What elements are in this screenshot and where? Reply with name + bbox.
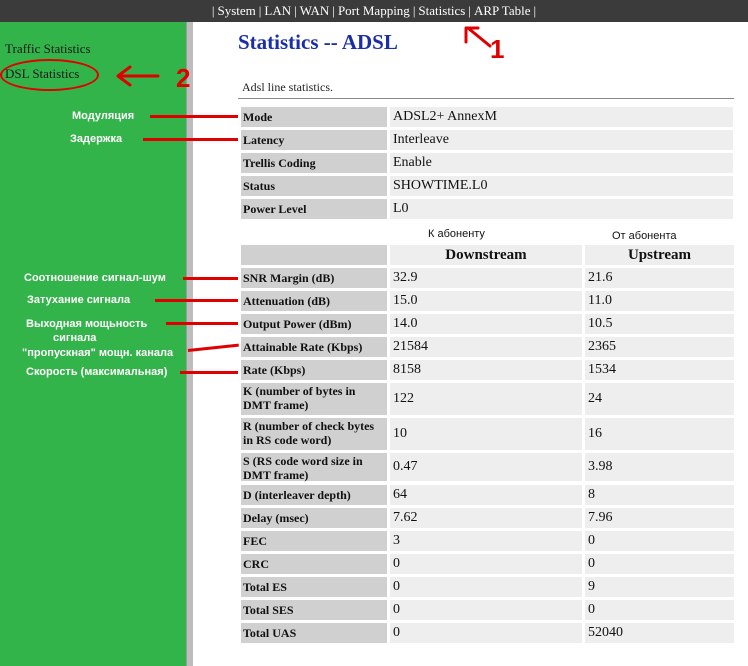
upstream-value: 52040 bbox=[585, 623, 734, 643]
annotation-label-snr: Соотношение сигнал-шум bbox=[24, 272, 166, 284]
row-label: Total SES bbox=[241, 600, 387, 620]
nav-separator: | bbox=[332, 3, 335, 18]
row-label: R (number of check bytes in RS code word… bbox=[241, 418, 387, 450]
row-label: FEC bbox=[241, 531, 387, 551]
upstream-caption-ru: От абонента bbox=[612, 230, 677, 242]
page-title: Statistics -- ADSL bbox=[238, 30, 398, 54]
downstream-value: 32.9 bbox=[390, 268, 582, 288]
annotation-label-latency: Задержка bbox=[70, 133, 123, 145]
downstream-value: 8158 bbox=[390, 360, 582, 380]
downstream-header: Downstream bbox=[390, 245, 582, 265]
nav-arp-table[interactable]: ARP Table bbox=[474, 3, 531, 18]
downstream-value: 0.47 bbox=[390, 453, 582, 481]
annotation-line bbox=[150, 115, 238, 118]
annotation-label-mode: Модуляция bbox=[72, 110, 135, 122]
downstream-value: 14.0 bbox=[390, 314, 582, 334]
row-label: Attenuation (dB) bbox=[241, 291, 387, 311]
upstream-value: 24 bbox=[585, 383, 734, 415]
row-label: SNR Margin (dB) bbox=[241, 268, 387, 288]
annotation-label-attainable: "пропускная" мощн. канала bbox=[22, 347, 174, 359]
upstream-value: 0 bbox=[585, 531, 734, 551]
downstream-value: 10 bbox=[390, 418, 582, 450]
upstream-value: 11.0 bbox=[585, 291, 734, 311]
row-value: SHOWTIME.L0 bbox=[390, 176, 733, 196]
downstream-value: 122 bbox=[390, 383, 582, 415]
downstream-value: 15.0 bbox=[390, 291, 582, 311]
upstream-value: 7.96 bbox=[585, 508, 734, 528]
upstream-value: 21.6 bbox=[585, 268, 734, 288]
upstream-value: 9 bbox=[585, 577, 734, 597]
row-label: Power Level bbox=[241, 199, 387, 219]
row-label: Delay (msec) bbox=[241, 508, 387, 528]
top-nav-bar: | System | LAN | WAN | Port Mapping | Statistics |… bbox=[0, 0, 748, 22]
upstream-value: 2365 bbox=[585, 337, 734, 357]
annotation-line bbox=[183, 277, 238, 280]
nav-separator: | bbox=[294, 3, 297, 18]
annotation-label-attenuation: Затухание сигнала bbox=[27, 294, 131, 306]
row-label: Total ES bbox=[241, 577, 387, 597]
sidebar-item-traffic-statistics[interactable]: Traffic Statistics bbox=[5, 41, 91, 57]
annotation-label-rate: Скорость (максимальная) bbox=[26, 366, 168, 378]
row-label: Mode bbox=[241, 107, 387, 127]
downstream-value: 7.62 bbox=[390, 508, 582, 528]
header-blank-cell bbox=[241, 245, 387, 265]
upstream-value: 3.98 bbox=[585, 453, 734, 481]
annotation-arrow-icon bbox=[464, 26, 492, 48]
row-label: CRC bbox=[241, 554, 387, 574]
nav-port-mapping[interactable]: Port Mapping bbox=[338, 3, 410, 18]
row-label: Rate (Kbps) bbox=[241, 360, 387, 380]
annotation-number-2: 2 bbox=[176, 63, 191, 93]
row-label: S (RS code word size in DMT frame) bbox=[241, 453, 387, 482]
annotation-circle bbox=[0, 59, 99, 91]
downstream-value: 21584 bbox=[390, 337, 582, 357]
upstream-value: 1534 bbox=[585, 360, 734, 380]
nav-statistics[interactable]: Statistics bbox=[418, 3, 465, 18]
downstream-value: 0 bbox=[390, 600, 582, 620]
nav-separator: | bbox=[533, 3, 537, 18]
downstream-value: 64 bbox=[390, 485, 582, 505]
nav-system[interactable]: System bbox=[217, 3, 255, 18]
downstream-value: 3 bbox=[390, 531, 582, 551]
row-label: D (interleaver depth) bbox=[241, 485, 387, 505]
annotation-line bbox=[180, 371, 238, 374]
row-value: ADSL2+ AnnexM bbox=[390, 107, 733, 127]
row-value: Enable bbox=[390, 153, 733, 173]
row-label: Status bbox=[241, 176, 387, 196]
downstream-value: 0 bbox=[390, 623, 582, 643]
downstream-caption-ru: К абоненту bbox=[428, 228, 485, 240]
upstream-value: 16 bbox=[585, 418, 734, 450]
annotation-line bbox=[166, 322, 238, 325]
annotation-line bbox=[187, 343, 239, 352]
nav-lan[interactable]: LAN bbox=[264, 3, 291, 18]
row-value: L0 bbox=[390, 199, 733, 219]
row-label: Attainable Rate (Kbps) bbox=[241, 337, 387, 357]
divider bbox=[238, 98, 734, 99]
row-label: K (number of bytes in DMT frame) bbox=[241, 383, 387, 415]
upstream-value: 0 bbox=[585, 554, 734, 574]
upstream-header: Upstream bbox=[585, 245, 734, 265]
annotation-line bbox=[143, 138, 238, 141]
nav-separator: | bbox=[468, 3, 471, 18]
downstream-value: 0 bbox=[390, 554, 582, 574]
upstream-value: 10.5 bbox=[585, 314, 734, 334]
annotation-arrow-icon bbox=[116, 65, 160, 87]
row-label: Latency bbox=[241, 130, 387, 150]
annotation-label-output-power: Выходная мощьность bbox=[26, 318, 148, 330]
sidebar-divider bbox=[186, 22, 193, 666]
annotation-label-output-power-2: сигнала bbox=[53, 332, 97, 344]
row-value: Interleave bbox=[390, 130, 733, 150]
row-label: Output Power (dBm) bbox=[241, 314, 387, 334]
upstream-value: 8 bbox=[585, 485, 734, 505]
downstream-value: 0 bbox=[390, 577, 582, 597]
row-label: Total UAS bbox=[241, 623, 387, 643]
row-label: Trellis Coding bbox=[241, 153, 387, 173]
annotation-line bbox=[155, 299, 238, 302]
upstream-value: 0 bbox=[585, 600, 734, 620]
annotation-number-1: 1 bbox=[490, 34, 505, 64]
page-description: Adsl line statistics. bbox=[242, 80, 333, 94]
nav-wan[interactable]: WAN bbox=[300, 3, 330, 18]
